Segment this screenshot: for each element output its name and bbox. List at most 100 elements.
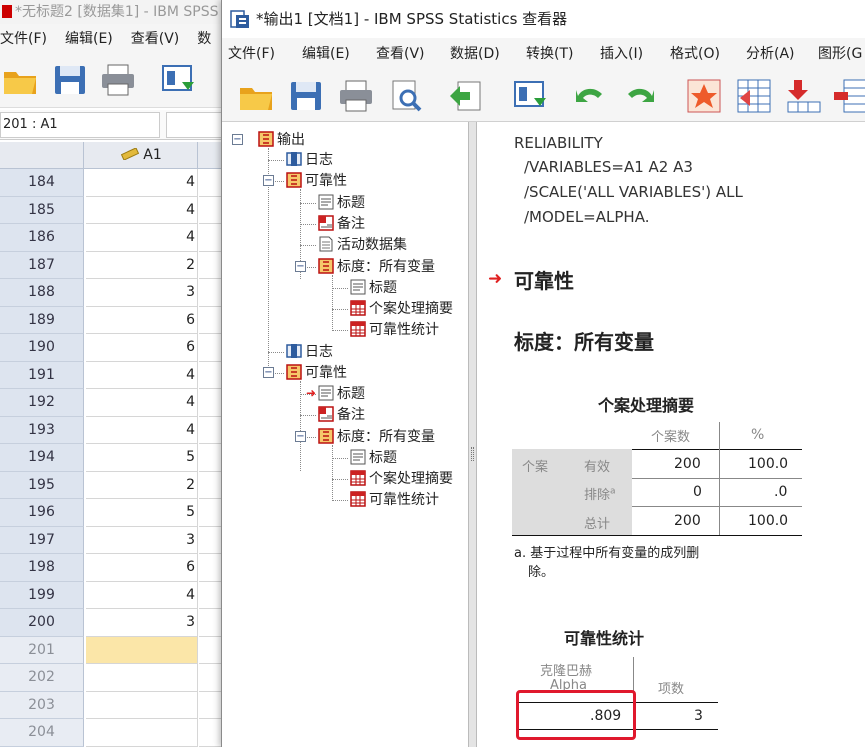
tree-item-title1b[interactable]: 标题	[350, 278, 397, 298]
tree-item-scale1[interactable]: 标度：所有变量	[318, 257, 435, 277]
open-folder-icon[interactable]	[238, 78, 274, 114]
tree-item-relstat2[interactable]: 可靠性统计	[350, 490, 439, 510]
data-cell[interactable]: 4	[86, 389, 198, 417]
data-cell[interactable]	[86, 636, 198, 664]
column-header-a1[interactable]: A1	[86, 142, 198, 169]
row-number[interactable]: 198	[0, 554, 84, 582]
grid-corner[interactable]	[0, 142, 84, 169]
row-number[interactable]: 187	[0, 251, 84, 279]
menu-file[interactable]: 文件(F)	[228, 38, 275, 70]
data-cell[interactable]: 4	[86, 361, 198, 389]
row-number[interactable]: 188	[0, 279, 84, 307]
tree-item-notes1[interactable]: 备注	[318, 214, 365, 234]
go-to-case-icon[interactable]	[736, 78, 772, 114]
data-cell[interactable]: 6	[86, 306, 198, 334]
tree-item-title2[interactable]: 标题	[318, 384, 365, 404]
tree-item-root[interactable]: 输出	[258, 130, 305, 150]
bg-menu-data[interactable]: 数	[197, 31, 211, 47]
undo-icon[interactable]	[572, 78, 608, 114]
row-number[interactable]: 184	[0, 169, 84, 197]
bg-menu-edit[interactable]: 编辑(E)	[65, 31, 113, 47]
pane-splitter[interactable]	[469, 122, 477, 747]
tree-item-casesum2[interactable]: 个案处理摘要	[350, 469, 453, 489]
cell-value-box[interactable]	[166, 112, 226, 138]
row-number[interactable]: 196	[0, 499, 84, 527]
row-number[interactable]: 194	[0, 444, 84, 472]
insert-variable-icon[interactable]	[834, 78, 865, 114]
data-cell[interactable]: 2	[86, 471, 198, 499]
data-cell[interactable]	[86, 691, 198, 719]
dialog-recall-icon[interactable]	[512, 78, 548, 114]
tree-item-title2b[interactable]: 标题	[350, 448, 397, 468]
tree-item-log2[interactable]: 日志	[286, 342, 333, 362]
data-cell[interactable]: 4	[86, 581, 198, 609]
menu-format[interactable]: 格式(O)	[670, 38, 720, 70]
row-number[interactable]: 185	[0, 196, 84, 224]
menu-analyze[interactable]: 分析(A)	[746, 38, 795, 70]
menu-edit[interactable]: 编辑(E)	[302, 38, 350, 70]
row-number[interactable]: 199	[0, 581, 84, 609]
menu-data[interactable]: 数据(D)	[450, 38, 500, 70]
row-number[interactable]: 203	[0, 691, 84, 719]
collapse-toggle-icon[interactable]: −	[295, 261, 306, 272]
tree-item-relstat1[interactable]: 可靠性统计	[350, 320, 439, 340]
tree-item-rel1[interactable]: 可靠性	[286, 171, 347, 191]
row-number[interactable]: 200	[0, 609, 84, 637]
row-number[interactable]: 204	[0, 719, 84, 747]
data-cell[interactable]	[86, 719, 198, 747]
tree-item-notes2[interactable]: 备注	[318, 405, 365, 425]
menu-view[interactable]: 查看(V)	[376, 38, 425, 70]
dialog-recall-icon[interactable]	[160, 62, 196, 98]
menu-transform[interactable]: 转换(T)	[526, 38, 573, 70]
save-icon[interactable]	[52, 62, 88, 98]
data-cell[interactable]: 4	[86, 224, 198, 252]
tree-item-casesum1[interactable]: 个案处理摘要	[350, 299, 453, 319]
open-folder-icon[interactable]	[2, 62, 38, 98]
heading-scale[interactable]: 标度：所有变量	[514, 326, 654, 355]
export-icon[interactable]	[448, 78, 484, 114]
print-icon[interactable]	[100, 62, 136, 98]
data-cell[interactable]	[86, 664, 198, 692]
data-cell[interactable]: 2	[86, 251, 198, 279]
collapse-toggle-icon[interactable]: −	[232, 134, 243, 145]
data-cell[interactable]: 5	[86, 444, 198, 472]
data-cell[interactable]: 5	[86, 499, 198, 527]
collapse-toggle-icon[interactable]: −	[263, 175, 274, 186]
tree-item-rel2[interactable]: 可靠性	[286, 363, 347, 383]
data-cell[interactable]: 4	[86, 169, 198, 197]
row-number[interactable]: 186	[0, 224, 84, 252]
row-number[interactable]: 189	[0, 306, 84, 334]
row-number[interactable]: 195	[0, 471, 84, 499]
data-cell[interactable]: 6	[86, 334, 198, 362]
cell-reference-box[interactable]: 201 : A1	[0, 112, 160, 138]
tree-item-log1[interactable]: 日志	[286, 150, 333, 170]
data-cell[interactable]: 3	[86, 279, 198, 307]
row-number[interactable]: 191	[0, 361, 84, 389]
collapse-toggle-icon[interactable]: −	[295, 431, 306, 442]
data-cell[interactable]: 4	[86, 196, 198, 224]
row-number[interactable]: 202	[0, 664, 84, 692]
save-icon[interactable]	[288, 78, 324, 114]
splitter-grip[interactable]	[471, 447, 474, 461]
redo-icon[interactable]	[622, 78, 658, 114]
heading-reliability[interactable]: 可靠性	[514, 265, 574, 294]
row-number[interactable]: 197	[0, 526, 84, 554]
menu-graphs[interactable]: 图形(G	[818, 38, 862, 70]
data-cell[interactable]: 3	[86, 609, 198, 637]
row-number[interactable]: 193	[0, 416, 84, 444]
row-number[interactable]: 201	[0, 636, 84, 664]
tree-item-dataset1[interactable]: 活动数据集	[318, 235, 407, 255]
insert-cases-icon[interactable]	[786, 78, 822, 114]
collapse-toggle-icon[interactable]: −	[263, 367, 274, 378]
bg-menu-view[interactable]: 查看(V)	[131, 31, 180, 47]
tree-item-scale2[interactable]: 标度：所有变量	[318, 427, 435, 447]
print-preview-icon[interactable]	[388, 78, 424, 114]
menu-insert[interactable]: 插入(I)	[600, 38, 643, 70]
bg-menu-file[interactable]: 文件(F)	[0, 31, 47, 47]
data-cell[interactable]: 3	[86, 526, 198, 554]
tree-item-title1[interactable]: 标题	[318, 193, 365, 213]
data-cell[interactable]: 4	[86, 416, 198, 444]
row-number[interactable]: 192	[0, 389, 84, 417]
data-cell[interactable]: 6	[86, 554, 198, 582]
print-icon[interactable]	[338, 78, 374, 114]
